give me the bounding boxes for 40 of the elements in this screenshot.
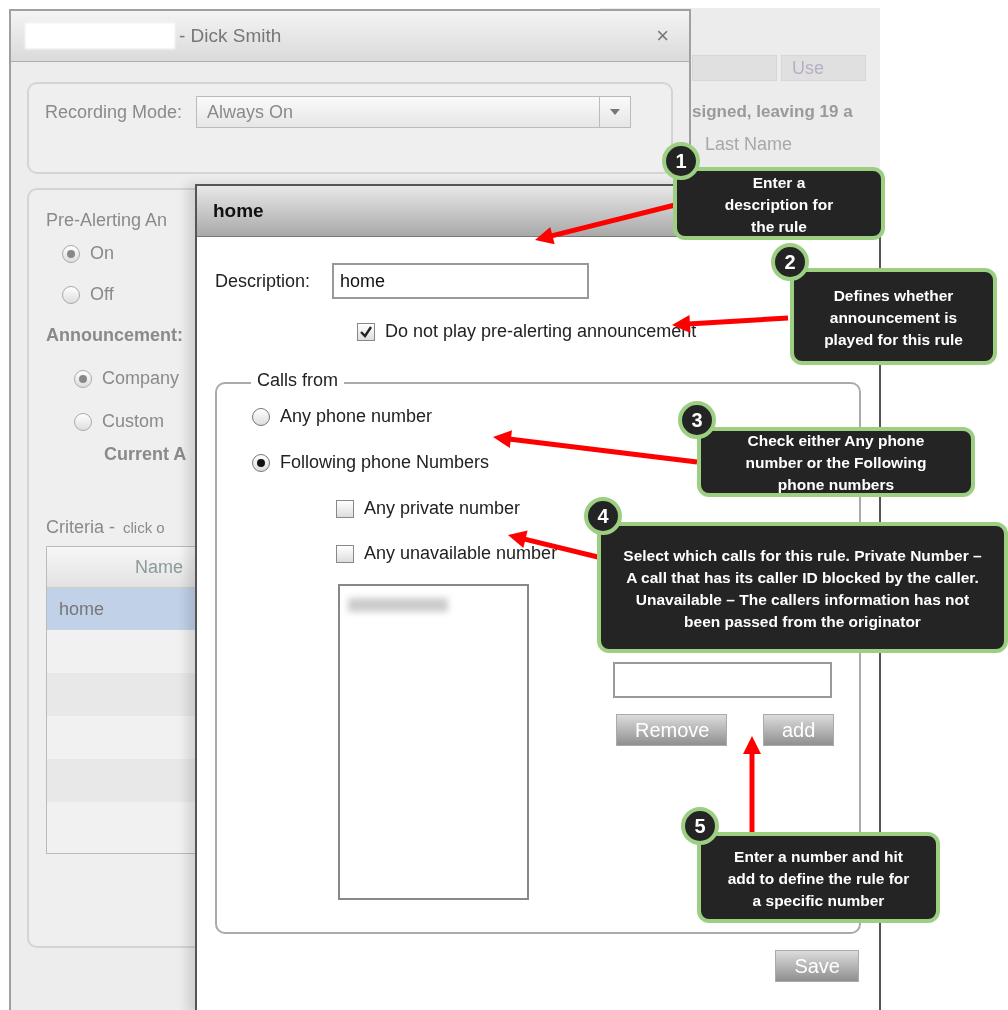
option-label: Company — [102, 368, 180, 389]
remove-button[interactable]: Remove — [616, 714, 727, 746]
checkbox-label: Do not play pre-alerting announcement — [385, 321, 697, 342]
description-field[interactable]: home — [332, 263, 590, 299]
number-list[interactable] — [338, 584, 529, 900]
add-button[interactable]: add — [763, 714, 835, 746]
number-field[interactable] — [613, 662, 832, 698]
option-label: Off — [90, 284, 114, 305]
field-label: Recording Mode: — [45, 102, 183, 123]
radio-button[interactable] — [74, 369, 92, 388]
window-title: - Dick Smith — [179, 25, 282, 47]
callout-text: Enter a number and hit add to define the rule for a specific number — [726, 846, 911, 911]
field-label: Description: — [215, 270, 311, 292]
option-label: On — [90, 243, 114, 264]
radio-button[interactable] — [62, 285, 80, 304]
callout-text: Select which calls for this rule. Private Number – A call that has its caller ID blocked by the caller. Unavailable – The callers information has not been passed from the originator — [622, 545, 983, 632]
checkbox[interactable] — [357, 322, 375, 341]
option-label: Following phone Numbers — [280, 452, 490, 473]
hint-text: click o — [123, 519, 165, 536]
radio-button[interactable] — [74, 412, 92, 431]
column-label: Last Name — [705, 134, 793, 155]
save-button[interactable]: Save — [775, 950, 859, 982]
callout-text: Check either Any phone number or the Following phone numbers — [744, 431, 928, 495]
notice-text: signed, leaving 19 a — [692, 102, 853, 122]
radio-button[interactable] — [62, 244, 80, 263]
option-label: Custom — [102, 411, 164, 432]
close-button[interactable]: × — [650, 22, 675, 50]
checkbox[interactable] — [336, 544, 354, 563]
section-label: Criteria - — [46, 517, 115, 538]
callout-text: Defines whether announcement is played for this rule — [823, 285, 964, 350]
radio-button[interactable] — [252, 407, 270, 426]
section-label: Announcement: — [46, 325, 183, 346]
caret-icon — [610, 109, 621, 115]
dropdown[interactable]: Always On — [196, 96, 632, 128]
checkbox-label: Any private number — [364, 498, 521, 519]
radio-button[interactable] — [252, 453, 270, 472]
section-label: Pre-Alerting An — [46, 210, 168, 231]
field-label: Current A — [104, 444, 187, 465]
option-label: Any phone number — [280, 406, 433, 427]
checkbox[interactable] — [336, 499, 354, 518]
